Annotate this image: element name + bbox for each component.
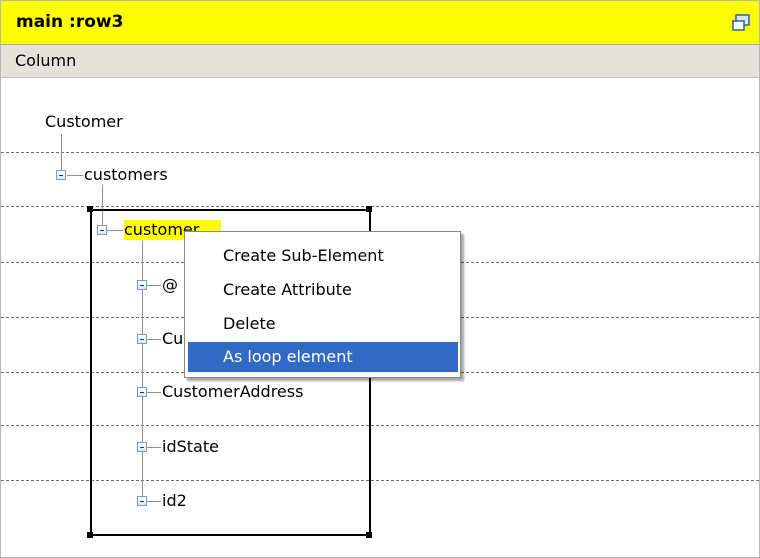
collapse-icon[interactable] [137, 334, 147, 344]
collapse-icon[interactable] [137, 387, 147, 397]
tree-connector [61, 134, 62, 170]
tree-node-customer-name[interactable]: Cu [162, 329, 183, 349]
tree-panel: main :row3 Column Customer customers cus… [0, 0, 760, 558]
resize-handle[interactable] [366, 206, 372, 212]
panel-header: main :row3 [1, 1, 759, 45]
tree-connector [67, 175, 83, 176]
collapse-icon[interactable] [137, 496, 147, 506]
panel-title: main :row3 [16, 12, 124, 32]
resize-handle[interactable] [87, 532, 93, 538]
collapse-icon[interactable] [137, 280, 147, 290]
tree-node-id2[interactable]: id2 [162, 491, 187, 511]
context-menu: Create Sub-Element Create Attribute Dele… [184, 231, 461, 378]
menu-item-create-attribute[interactable]: Create Attribute [188, 275, 458, 305]
column-header-label: Column [15, 51, 77, 70]
menu-item-create-sub-element[interactable]: Create Sub-Element [188, 241, 458, 271]
collapse-icon[interactable] [56, 170, 66, 180]
menu-item-as-loop-element[interactable]: As loop element [188, 342, 458, 372]
tree-node-customer-address[interactable]: CustomerAddress [162, 382, 303, 402]
column-header[interactable]: Column [1, 45, 759, 78]
tree-node-attribute[interactable]: @ [162, 275, 178, 295]
tree-root-label[interactable]: Customer [45, 112, 123, 132]
resize-handle[interactable] [366, 532, 372, 538]
maximize-icon[interactable] [731, 14, 751, 32]
tree-node-customers[interactable]: customers [84, 165, 168, 185]
menu-item-delete[interactable]: Delete [188, 309, 458, 339]
row-separator [1, 152, 759, 153]
row-separator [1, 206, 759, 207]
collapse-icon[interactable] [97, 225, 107, 235]
tree-node-idstate[interactable]: idState [162, 437, 219, 457]
resize-handle[interactable] [87, 206, 93, 212]
collapse-icon[interactable] [137, 442, 147, 452]
